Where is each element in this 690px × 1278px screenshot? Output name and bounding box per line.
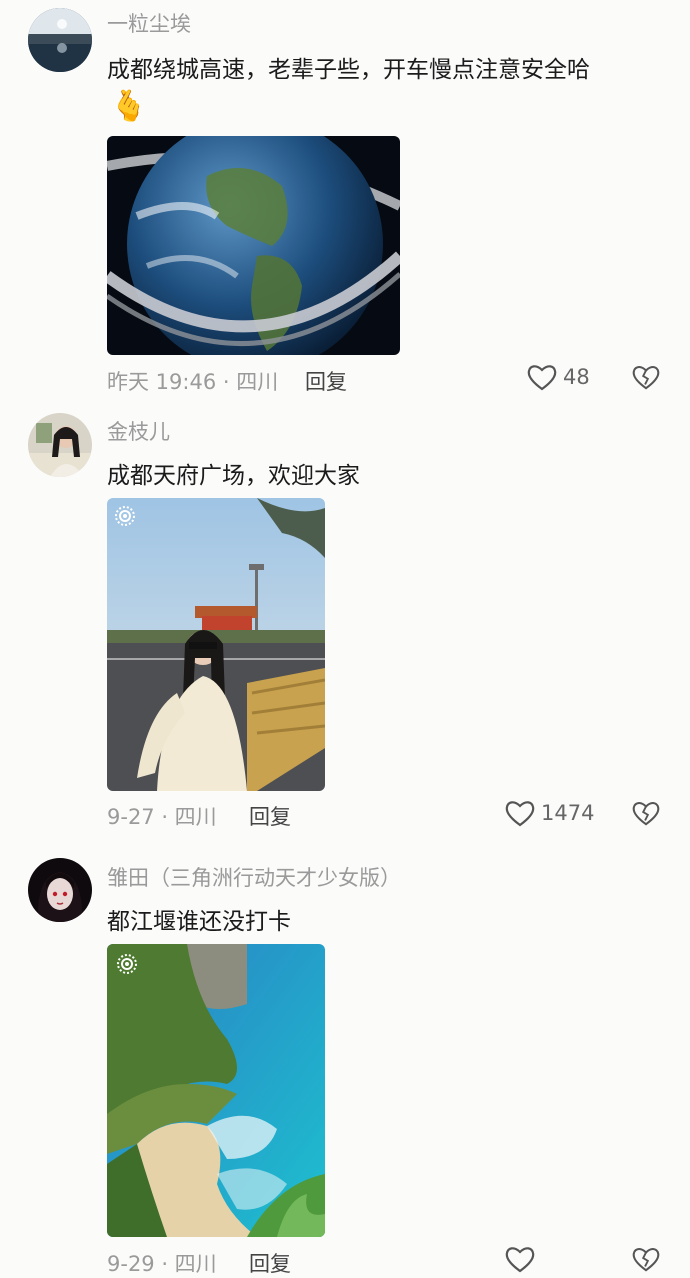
avatar[interactable] xyxy=(28,413,92,477)
comment-text: 成都天府广场，欢迎大家 xyxy=(107,463,360,489)
like-button[interactable]: 48 xyxy=(527,363,590,391)
comment-meta: 昨天 19:46 · 四川 xyxy=(107,370,279,394)
heart-outline-icon xyxy=(527,365,557,391)
broken-heart-icon[interactable] xyxy=(632,1245,660,1273)
reply-button[interactable]: 回复 xyxy=(305,366,347,396)
reply-button[interactable]: 回复 xyxy=(249,801,291,831)
reply-button[interactable]: 回复 xyxy=(249,1248,291,1278)
heart-outline-icon xyxy=(505,1247,535,1273)
comment-image[interactable] xyxy=(107,944,325,1237)
comment-text: 成都绕城高速，老辈子些，开车慢点注意安全哈 xyxy=(107,57,590,83)
comment-image[interactable] xyxy=(107,136,400,355)
avatar[interactable] xyxy=(28,8,92,72)
like-count: 1474 xyxy=(541,801,595,825)
username[interactable]: 金枝儿 xyxy=(107,416,170,446)
broken-heart-icon[interactable] xyxy=(632,363,660,391)
username[interactable]: 一粒尘埃 xyxy=(107,8,191,38)
avatar[interactable] xyxy=(28,858,92,922)
username[interactable]: 雏田（三角洲行动天才少女版） xyxy=(107,862,401,892)
like-count: 48 xyxy=(563,365,590,389)
comment-meta: 9-29 · 四川 xyxy=(107,1252,217,1276)
like-button[interactable] xyxy=(505,1245,541,1273)
heart-outline-icon xyxy=(505,801,535,827)
comment-meta: 9-27 · 四川 xyxy=(107,805,217,829)
like-button[interactable]: 1474 xyxy=(505,799,594,827)
comment-text: 都江堰谁还没打卡 xyxy=(107,909,291,935)
comment-image[interactable] xyxy=(107,498,325,791)
finger-heart-emoji: 🫰 xyxy=(110,89,148,124)
broken-heart-icon[interactable] xyxy=(632,799,660,827)
